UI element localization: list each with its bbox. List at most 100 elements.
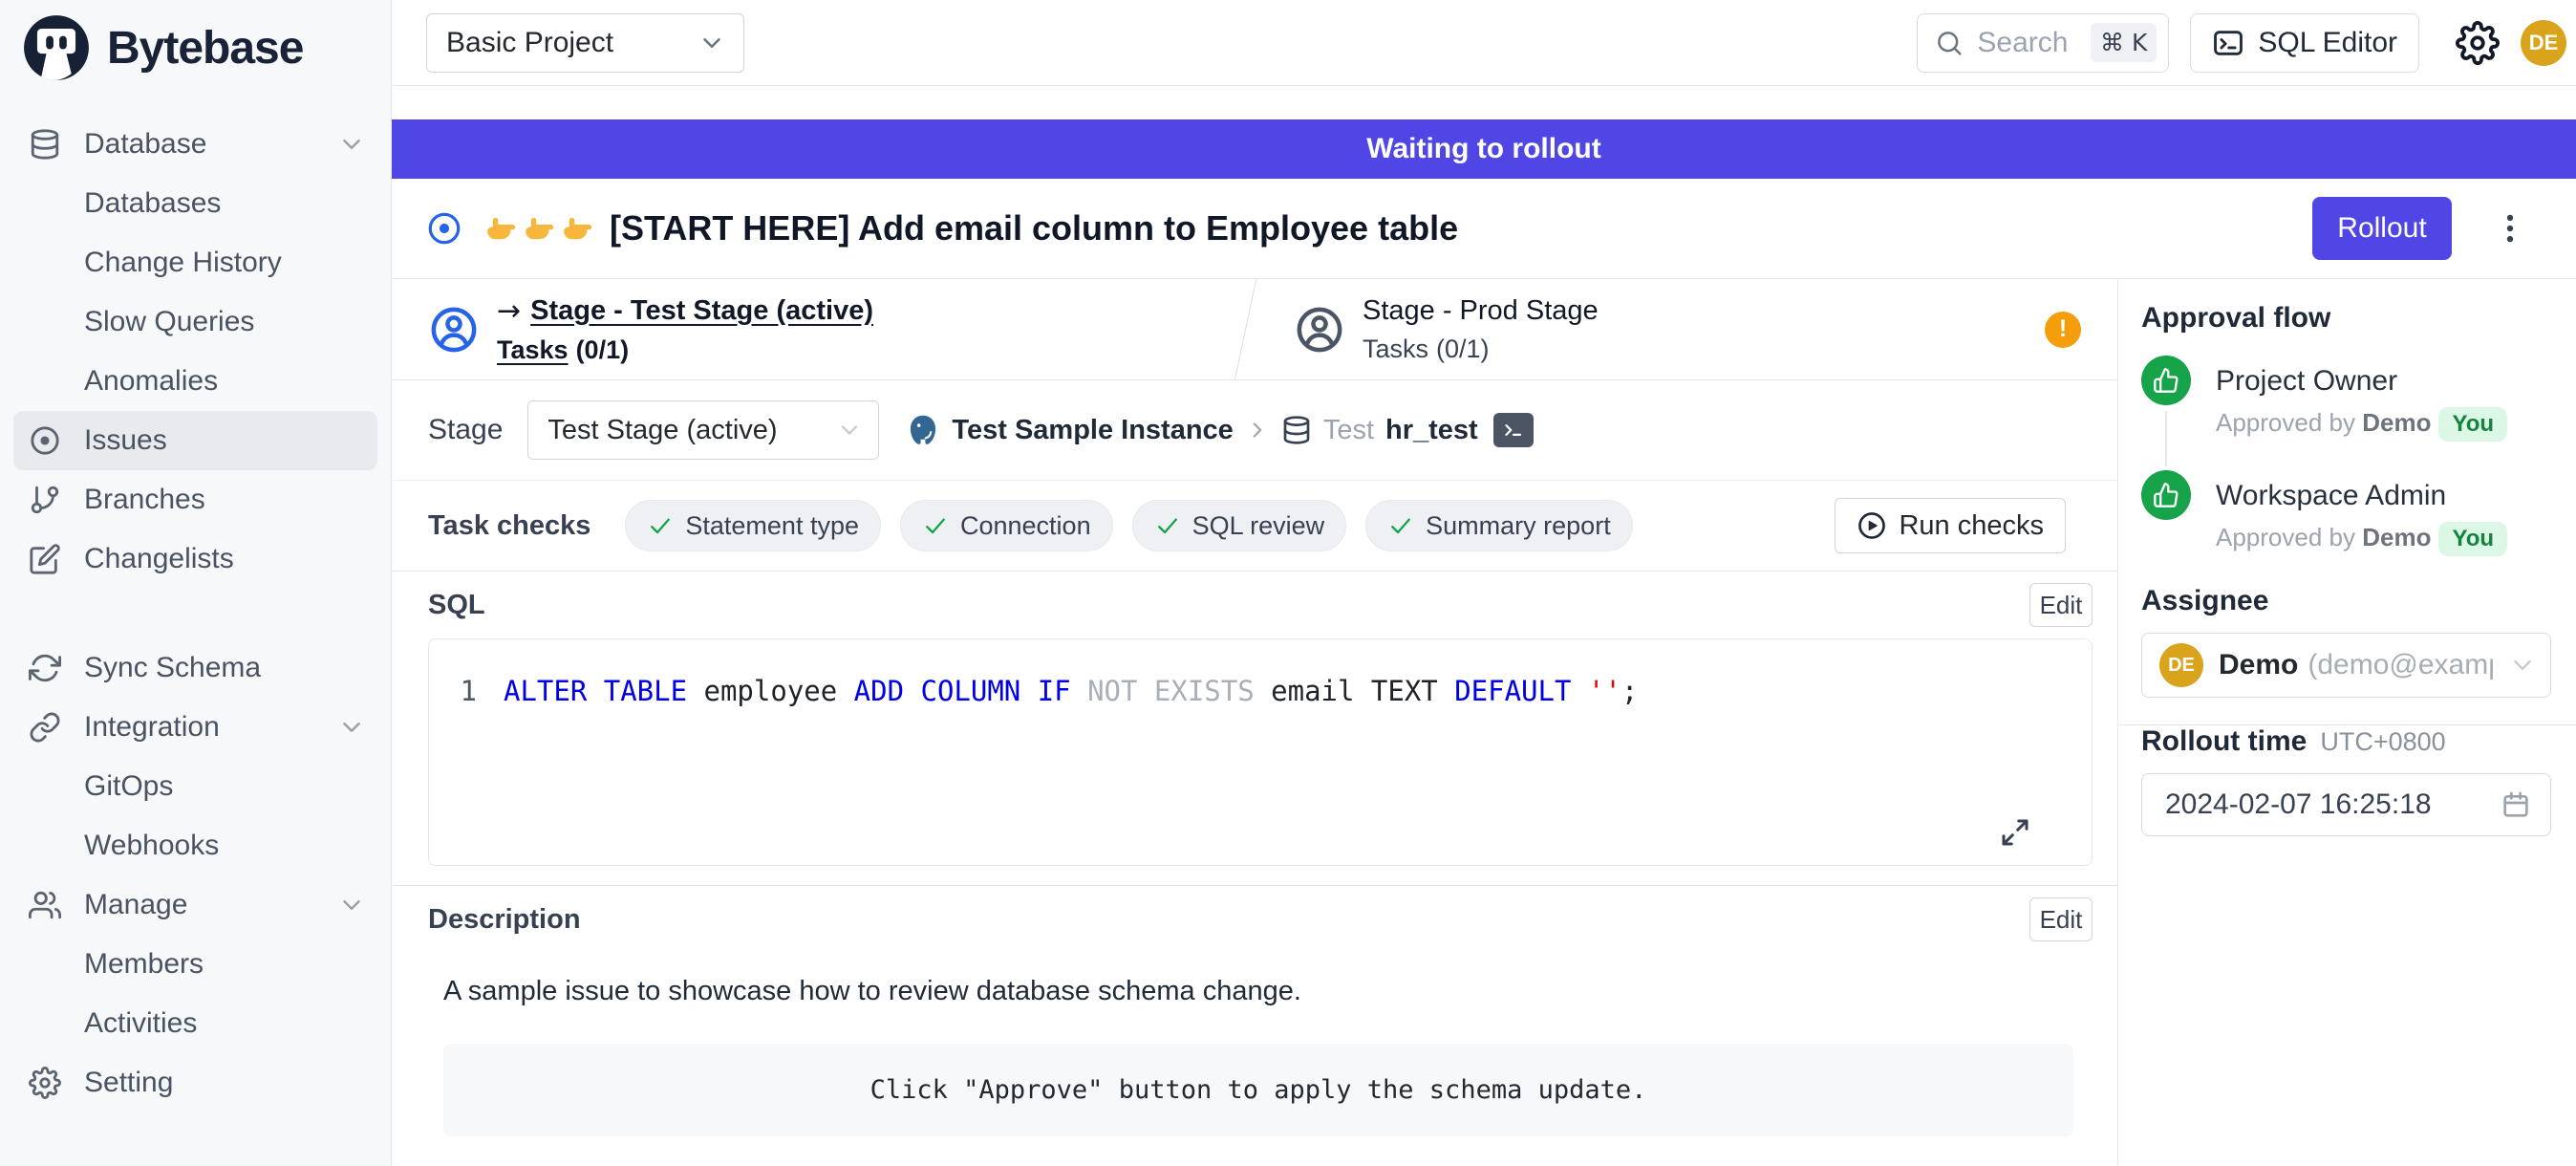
issue-title-text: [START HERE] Add email column to Employe… (610, 208, 1458, 248)
task-check-label: SQL review (1192, 511, 1325, 541)
stage-name-link[interactable]: Stage - Test Stage (active) (530, 295, 873, 327)
sidebar-item-activities[interactable]: Activities (0, 994, 391, 1053)
task-check-label: Connection (960, 511, 1091, 541)
search-shortcut-badge: ⌘ K (2091, 23, 2157, 62)
sql-editor[interactable]: 1ALTER TABLE employee ADD COLUMN IF NOT … (428, 638, 2093, 866)
project-select-value: Basic Project (446, 27, 613, 59)
timezone-label: UTC+0800 (2320, 727, 2445, 757)
issue-main-column: → Stage - Test Stage (active) Tasks (0/1) (392, 279, 2118, 1166)
sidebar-item-change-history[interactable]: Change History (0, 233, 391, 292)
current-stage-arrow-icon: → (497, 294, 521, 328)
brand-name: Bytebase (107, 22, 303, 75)
user-circle-icon (428, 304, 480, 356)
sql-statement: 1ALTER TABLE employee ADD COLUMN IF NOT … (429, 672, 2092, 710)
rollout-time-input[interactable]: 2024-02-07 16:25:18 (2141, 773, 2551, 836)
approval-flow-heading: Approval flow (2141, 302, 2551, 335)
attention-icon: ! (2045, 312, 2081, 348)
sidebar-item-integration[interactable]: Integration (0, 698, 391, 757)
settings-icon (29, 1067, 61, 1099)
rollout-time-heading: Rollout time UTC+0800 (2141, 725, 2551, 758)
sidebar-item-label: GitOps (84, 770, 173, 803)
sql-edit-button[interactable]: Edit (2029, 583, 2093, 627)
database-icon (29, 128, 61, 161)
link-icon (29, 711, 61, 744)
stage-select-value: Test Stage (active) (547, 415, 777, 446)
sidebar-item-database[interactable]: Database (0, 115, 391, 174)
sidebar-item-label: Integration (84, 711, 220, 744)
users-icon (29, 889, 61, 921)
postgres-icon (906, 413, 940, 447)
settings-gear-icon[interactable] (2456, 21, 2500, 65)
chevron-down-icon (2508, 651, 2537, 680)
sidebar-item-issues[interactable]: Issues (13, 411, 377, 470)
user-avatar[interactable]: DE (2521, 20, 2566, 66)
database-icon (1281, 415, 1312, 445)
assignee-email: (demo@example (2308, 649, 2493, 681)
assignee-heading: Assignee (2141, 585, 2551, 617)
pointing-right-icon (558, 210, 594, 247)
sidebar-item-label: Issues (84, 424, 167, 457)
kebab-menu-icon[interactable] (2492, 210, 2528, 247)
approval-status: Approved by DemoYou (2216, 522, 2507, 556)
task-check-pills: Statement type Connection SQL review Summar… (625, 500, 1632, 551)
stage-pipeline: → Stage - Test Stage (active) Tasks (0/1) (392, 279, 2117, 380)
open-sql-editor-icon[interactable] (1493, 413, 1534, 447)
brand-logo[interactable]: Bytebase (0, 0, 391, 96)
task-check-pill[interactable]: SQL review (1132, 500, 1347, 551)
chevron-down-icon (698, 29, 726, 57)
stage-prod[interactable]: Stage - Prod Stage Tasks(0/1) (1294, 295, 1599, 364)
task-checks-row: Task checks Statement typeConnectionSQL … (392, 481, 2117, 572)
description-code-block: Click "Approve" button to apply the sche… (443, 1044, 2073, 1136)
sidebar-item-setting[interactable]: Setting (0, 1053, 391, 1112)
sidebar-item-slow-queries[interactable]: Slow Queries (0, 292, 391, 352)
issue-open-icon (29, 424, 61, 457)
instance-link[interactable]: Test Sample Instance (952, 415, 1233, 446)
approver-name: Demo (2362, 408, 2431, 437)
sidebar-item-gitops[interactable]: GitOps (0, 757, 391, 816)
sidebar-item-databases[interactable]: Databases (0, 174, 391, 233)
sidebar-item-changelists[interactable]: Changelists (0, 529, 391, 589)
approval-role: Project Owner (2216, 365, 2507, 398)
sidebar-item-branches[interactable]: Branches (0, 470, 391, 529)
sidebar-item-manage[interactable]: Manage (0, 875, 391, 935)
tasks-count: (0/1) (1436, 335, 1490, 363)
project-select[interactable]: Basic Project (426, 13, 744, 73)
sql-section: SQL Edit 1ALTER TABLE employee ADD COLUM… (392, 572, 2117, 866)
status-banner: Waiting to rollout (392, 119, 2576, 179)
sidebar-item-members[interactable]: Members (0, 935, 391, 994)
description-heading: Description (428, 904, 581, 936)
description-text: A sample issue to showcase how to review… (443, 976, 2093, 1007)
sidebar-item-label: Manage (84, 889, 187, 921)
chevron-right-icon (1245, 418, 1270, 443)
top-bar: Basic Project Search ⌘ K SQL Editor DE (392, 0, 2576, 86)
sidebar-item-anomalies[interactable]: Anomalies (0, 352, 391, 411)
stage-select[interactable]: Test Stage (active) (527, 400, 879, 460)
play-circle-icon (1857, 510, 1887, 541)
task-check-pill[interactable]: Connection (900, 500, 1113, 551)
sql-editor-label: SQL Editor (2258, 27, 2397, 59)
task-check-pill[interactable]: Statement type (625, 500, 881, 551)
sidebar-item-webhooks[interactable]: Webhooks (0, 816, 391, 875)
stage-test[interactable]: → Stage - Test Stage (active) Tasks(0/1) (428, 294, 1245, 365)
rollout-button[interactable]: Rollout (2312, 197, 2452, 260)
chevron-down-icon (337, 130, 366, 159)
sql-editor-button[interactable]: SQL Editor (2190, 13, 2419, 73)
sidebar-item-sync-schema[interactable]: Sync Schema (0, 638, 391, 698)
sql-heading: SQL (428, 590, 485, 621)
description-edit-button[interactable]: Edit (2029, 897, 2093, 941)
database-breadcrumb: Test Sample Instance Test hr_test (906, 413, 1533, 447)
database-link[interactable]: hr_test (1385, 415, 1478, 446)
sidebar-item-label: Changelists (84, 543, 234, 575)
assignee-name: Demo (2219, 649, 2298, 681)
assignee-select[interactable]: DE Demo (demo@example (2141, 633, 2551, 698)
sidebar-item-label: Webhooks (84, 830, 219, 862)
environment-label: Test (1323, 415, 1374, 446)
expand-icon[interactable] (1998, 815, 2032, 850)
task-check-pill[interactable]: Summary report (1365, 500, 1633, 551)
bytebase-app: Bytebase DatabaseDatabasesChange History… (0, 0, 2576, 1166)
tasks-link[interactable]: Tasks (497, 335, 569, 364)
you-badge: You (2438, 522, 2507, 556)
run-checks-button[interactable]: Run checks (1835, 498, 2066, 553)
chevron-down-icon (337, 713, 366, 742)
search-input[interactable]: Search ⌘ K (1917, 13, 2169, 73)
